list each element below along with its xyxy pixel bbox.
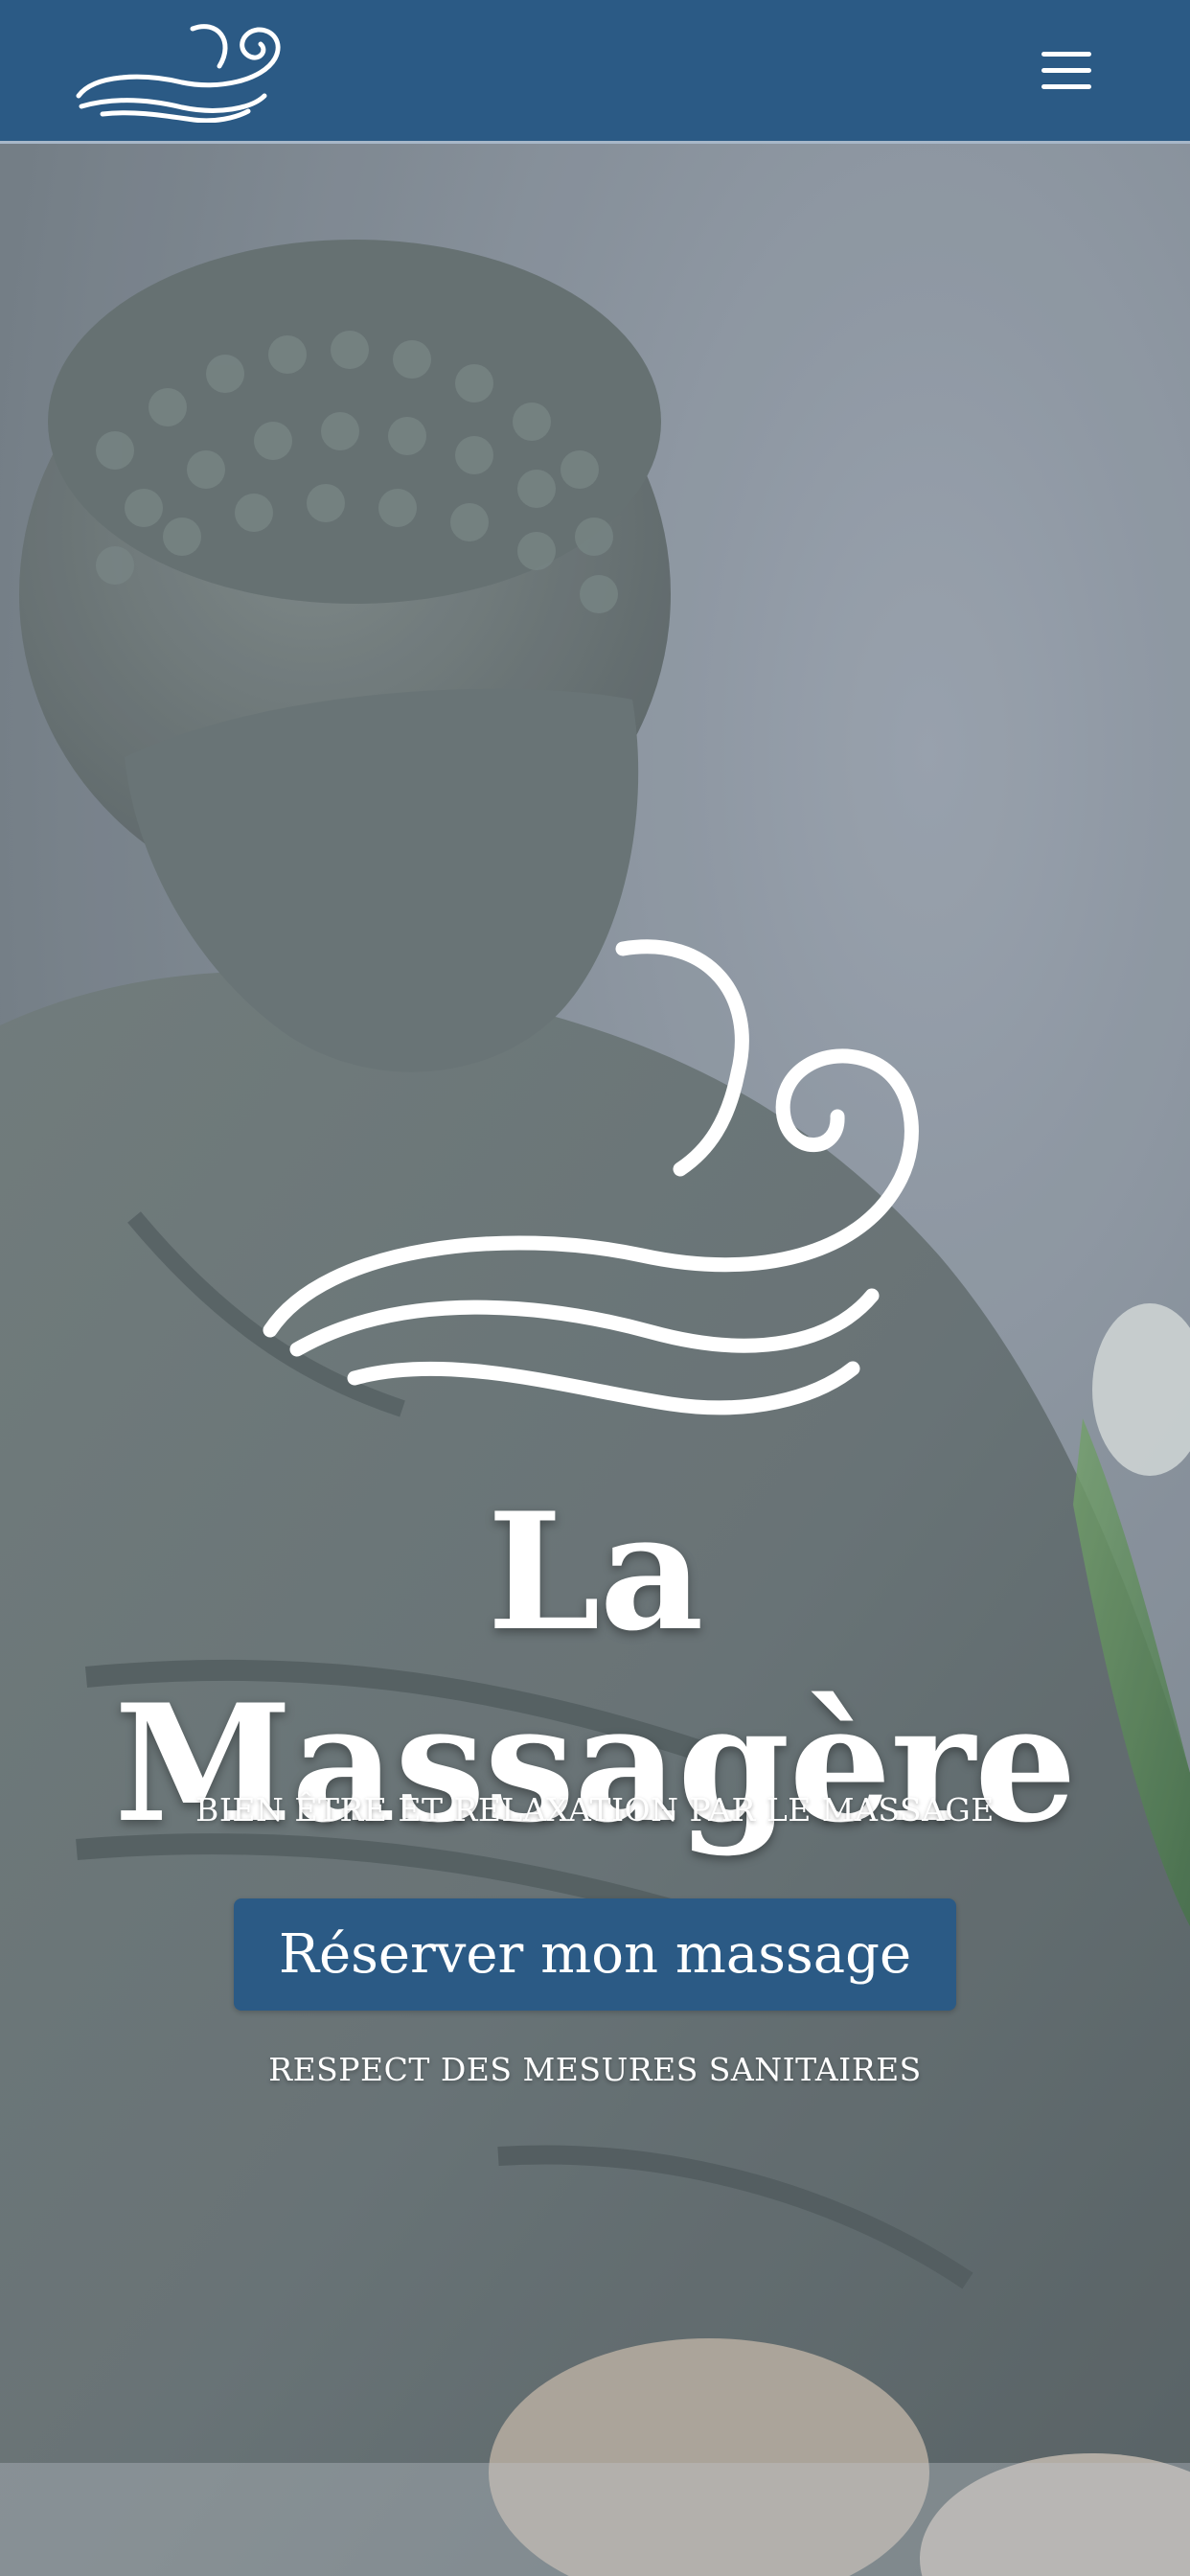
hamburger-menu-icon[interactable] — [1041, 52, 1091, 90]
hero-section: La Massagère BIEN ÊTRE ET RELAXATION PAR… — [0, 144, 1190, 2576]
menu-bar — [1041, 84, 1091, 89]
wind-swirl-logo-icon[interactable] — [75, 21, 282, 123]
top-navbar — [0, 0, 1190, 144]
menu-bar — [1041, 68, 1091, 73]
hero-tagline: BIEN ÊTRE ET RELAXATION PAR LE MASSAGE — [195, 1791, 995, 1828]
menu-bar — [1041, 52, 1091, 57]
book-massage-button[interactable]: Réserver mon massage — [234, 1898, 956, 2011]
sanitary-measures-note: RESPECT DES MESURES SANITAIRES — [268, 2051, 922, 2088]
wind-swirl-logo-icon — [263, 939, 919, 1415]
